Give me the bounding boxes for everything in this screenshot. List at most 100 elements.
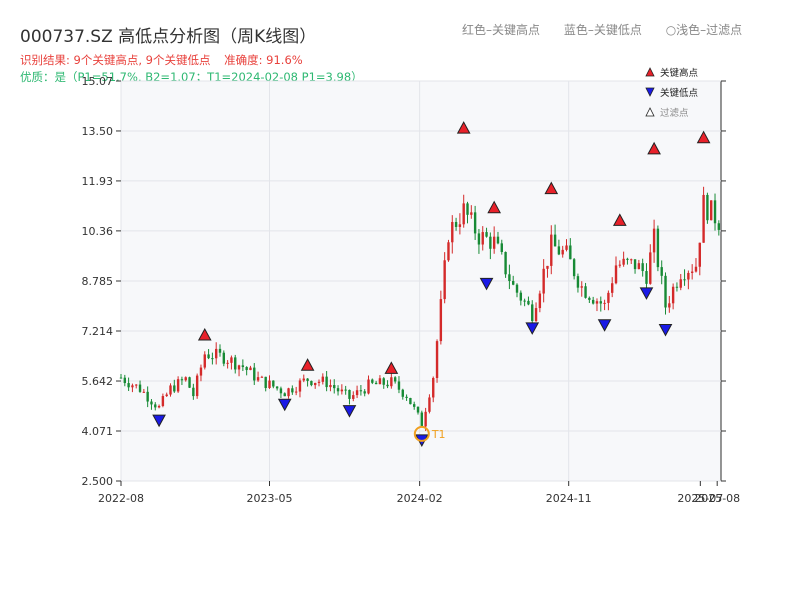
candle-body	[603, 302, 606, 304]
candle-body	[161, 396, 165, 406]
y-tick-label: 8.785	[82, 275, 114, 288]
candle-body	[679, 279, 682, 288]
x-tick-label: 2024-11	[546, 492, 592, 505]
candle-body	[283, 393, 286, 397]
candle-body	[165, 394, 168, 397]
candle-body	[344, 389, 347, 391]
candle-body	[515, 284, 519, 293]
candle-body	[317, 381, 321, 383]
candle-body	[576, 276, 580, 288]
candle-body	[432, 377, 435, 398]
y-tick-label: 2.500	[82, 475, 114, 488]
candle-body	[466, 203, 469, 215]
y-tick-label: 4.071	[82, 425, 114, 438]
candle-body	[435, 341, 439, 378]
candle-body	[184, 377, 187, 381]
candle-body	[287, 388, 290, 397]
candle-body	[656, 228, 660, 268]
candle-body	[378, 378, 382, 385]
candle-body	[523, 300, 526, 302]
x-tick-label: 2023-05	[247, 492, 293, 505]
candle-body	[333, 385, 336, 389]
x-tick-label: 2025-08	[694, 492, 740, 505]
candle-body	[454, 221, 458, 227]
candle-body	[641, 263, 644, 272]
candle-body	[675, 286, 679, 288]
candle-body	[557, 246, 561, 255]
legend-high-icon	[645, 67, 655, 77]
candle-body	[173, 385, 176, 392]
candle-body	[546, 265, 549, 269]
candle-body	[157, 405, 161, 408]
candle-body	[649, 252, 652, 284]
candle-body	[607, 292, 610, 303]
candle-body	[188, 377, 191, 388]
candle-body	[119, 377, 123, 379]
candle-body	[550, 234, 553, 266]
candle-body	[660, 267, 663, 276]
candle-body	[150, 401, 153, 405]
candle-body	[226, 362, 229, 364]
candle-body	[313, 382, 317, 386]
candle-body	[393, 377, 397, 382]
x-tick-label: 2022-08	[98, 492, 144, 505]
candle-body	[348, 389, 351, 399]
candle-body	[279, 388, 283, 394]
candle-body	[176, 379, 180, 392]
candle-body	[268, 380, 271, 389]
candle-body	[473, 212, 477, 234]
candle-body	[481, 232, 484, 245]
candle-body	[256, 377, 260, 381]
candle-body	[302, 378, 305, 381]
candle-body	[637, 263, 641, 270]
candle-body	[599, 301, 602, 304]
candle-body	[138, 384, 142, 392]
candle-body	[553, 234, 557, 247]
candle-body	[504, 251, 507, 275]
candle-body	[462, 203, 465, 225]
candle-body	[195, 375, 199, 397]
candle-body	[169, 385, 172, 395]
candle-body	[359, 390, 363, 392]
candle-body	[633, 259, 637, 270]
candle-body	[199, 367, 203, 376]
candle-body	[439, 299, 443, 342]
candle-body	[310, 380, 313, 386]
candle-body	[671, 286, 675, 304]
candle-body	[496, 236, 500, 244]
candle-body	[645, 271, 648, 284]
candle-body	[424, 411, 427, 427]
candle-body	[698, 242, 701, 267]
candle-body	[321, 376, 325, 382]
candle-body	[230, 357, 233, 363]
candle-body	[690, 271, 694, 273]
candle-body	[241, 365, 245, 368]
candle-body	[386, 384, 389, 387]
candle-body	[340, 389, 344, 392]
candle-body	[706, 194, 709, 221]
candle-body	[355, 390, 359, 396]
candle-body	[329, 385, 332, 388]
candle-body	[294, 391, 298, 393]
candle-body	[702, 194, 705, 243]
candle-body	[352, 395, 355, 399]
candle-body	[591, 299, 595, 304]
candle-body	[237, 365, 241, 370]
candle-body	[397, 381, 401, 390]
candle-body	[508, 274, 511, 282]
candle-body	[618, 264, 622, 266]
candle-body	[527, 300, 530, 305]
candle-body	[123, 377, 127, 384]
candle-body	[363, 391, 366, 394]
candle-body	[622, 258, 625, 265]
candle-body	[458, 224, 462, 227]
candle-body	[512, 281, 515, 285]
candle-body	[264, 376, 267, 389]
candle-body	[413, 404, 416, 407]
candle-body	[409, 397, 412, 405]
candle-body	[664, 275, 667, 308]
candle-body	[626, 258, 629, 260]
candle-body	[584, 286, 587, 298]
candle-body	[531, 304, 534, 322]
candle-body	[416, 406, 420, 413]
